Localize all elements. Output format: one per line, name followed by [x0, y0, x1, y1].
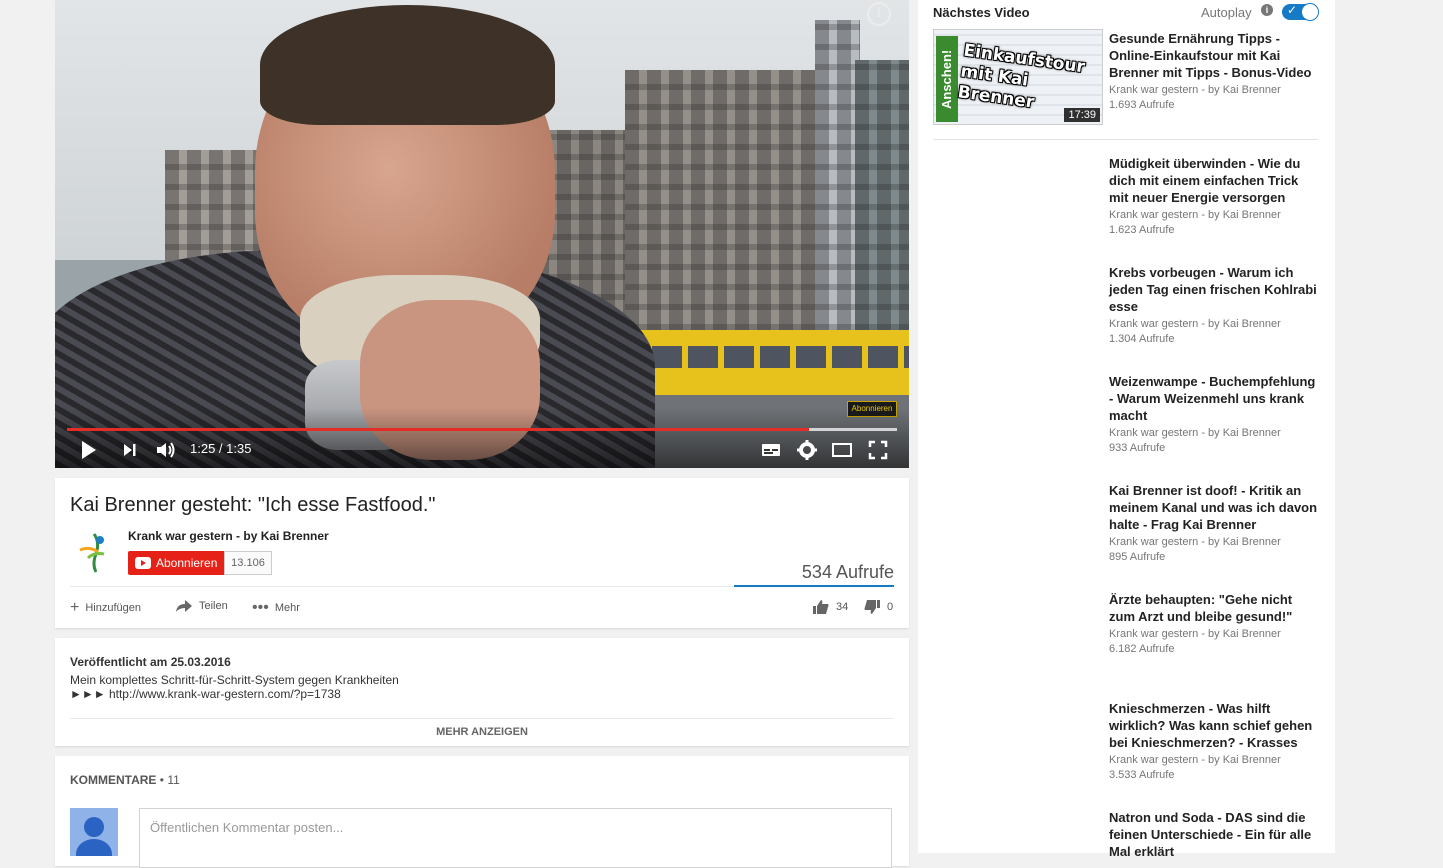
related-title[interactable]: Kai Brenner ist doof! - Kritik an meinem…	[1109, 482, 1321, 533]
description-card: Veröffentlicht am 25.03.2016 Mein komple…	[55, 638, 909, 746]
theater-mode-icon[interactable]	[831, 438, 853, 462]
more-dots-icon: •••	[252, 599, 269, 616]
subscribe-label: Abonnieren	[156, 556, 218, 570]
video-frame	[55, 0, 909, 468]
autoplay-info-icon[interactable]: i	[1261, 4, 1273, 16]
dislike-button[interactable]: 0	[863, 599, 893, 615]
related-title[interactable]: Natron und Soda - DAS sind die feinen Un…	[1109, 809, 1321, 860]
comments-title: KOMMENTARE	[70, 773, 157, 787]
next-video-channel: Krank war gestern - by Kai Brenner	[1109, 84, 1281, 96]
published-date: Veröffentlicht am 25.03.2016	[70, 655, 231, 669]
video-info-card: Kai Brenner gesteht: "Ich esse Fastfood.…	[55, 478, 909, 628]
comments-card: KOMMENTARE • 11 Öffentlichen Kommentar p…	[55, 756, 909, 868]
next-video-views: 1.693 Aufrufe	[1109, 99, 1175, 111]
add-to-button[interactable]: + Hinzufügen	[70, 599, 141, 617]
sentiment-bar	[734, 585, 894, 587]
played-bar	[67, 428, 810, 431]
settings-gear-icon[interactable]	[796, 438, 818, 462]
related-channel: Krank war gestern - by Kai Brenner	[1109, 209, 1281, 221]
related-channel: Krank war gestern - by Kai Brenner	[1109, 628, 1281, 640]
related-title[interactable]: Weizenwampe - Buchempfehlung - Warum Wei…	[1109, 373, 1321, 424]
like-button[interactable]: 34	[812, 599, 848, 615]
related-title[interactable]: Knieschmerzen - Was hilft wirklich? Was …	[1109, 700, 1321, 751]
show-more-button[interactable]: MEHR ANZEIGEN	[55, 726, 909, 738]
related-views: 933 Aufrufe	[1109, 442, 1166, 454]
user-avatar	[70, 808, 118, 856]
dislike-count: 0	[887, 600, 894, 613]
share-arrow-icon	[176, 600, 192, 612]
comments-header: KOMMENTARE • 11	[70, 773, 180, 787]
related-title[interactable]: Ärzte behaupten: "Gehe nicht zum Arzt un…	[1109, 591, 1321, 625]
list-item[interactable]: Weizenwampe - Buchempfehlung - Warum Wei…	[1109, 373, 1321, 456]
list-item[interactable]: Kai Brenner ist doof! - Kritik an meinem…	[1109, 482, 1321, 565]
related-views: 3.533 Aufrufe	[1109, 769, 1175, 781]
thumbs-down-icon	[864, 600, 880, 614]
related-channel: Krank war gestern - by Kai Brenner	[1109, 318, 1281, 330]
share-label: Teilen	[199, 599, 228, 612]
related-views: 6.182 Aufrufe	[1109, 643, 1175, 655]
list-item[interactable]: Natron und Soda - DAS sind die feinen Un…	[1109, 809, 1321, 860]
next-video-item[interactable]: Gesunde Ernährung Tipps - Online-Einkauf…	[1109, 30, 1321, 113]
thumbnail-side-text: Anschen!	[936, 36, 958, 122]
comment-input[interactable]: Öffentlichen Kommentar posten...	[139, 808, 892, 868]
related-channel: Krank war gestern - by Kai Brenner	[1109, 536, 1281, 548]
channel-name[interactable]: Krank war gestern - by Kai Brenner	[128, 529, 329, 543]
more-label: Mehr	[274, 601, 300, 614]
up-next-label: Nächstes Video	[933, 5, 1030, 20]
plus-icon: +	[70, 599, 80, 616]
next-video-title[interactable]: Gesunde Ernährung Tipps - Online-Einkauf…	[1109, 30, 1321, 81]
description-line-1: Mein komplettes Schritt-für-Schritt-Syst…	[70, 673, 399, 687]
share-button[interactable]: Teilen	[175, 599, 228, 613]
check-icon: ✓	[1287, 3, 1298, 17]
related-title[interactable]: Müdigkeit überwinden - Wie du dich mit e…	[1109, 155, 1321, 206]
related-views: 1.304 Aufrufe	[1109, 333, 1175, 345]
list-item[interactable]: Ärzte behaupten: "Gehe nicht zum Arzt un…	[1109, 591, 1321, 657]
list-item[interactable]: Müdigkeit überwinden - Wie du dich mit e…	[1109, 155, 1321, 238]
related-views: 895 Aufrufe	[1109, 551, 1166, 563]
next-icon[interactable]	[121, 438, 139, 462]
comments-count: • 11	[159, 773, 180, 787]
divider	[70, 718, 894, 719]
thumbs-up-icon	[813, 600, 829, 614]
video-player[interactable]: i Abonnieren 1:25 / 1:35	[55, 0, 909, 468]
list-item[interactable]: Krebs vorbeugen - Warum ich jeden Tag ei…	[1109, 264, 1321, 347]
video-title: Kai Brenner gesteht: "Ich esse Fastfood.…	[70, 494, 436, 516]
add-to-label: Hinzufügen	[85, 601, 141, 614]
play-icon[interactable]	[79, 438, 99, 462]
autoplay-toggle[interactable]: ✓	[1282, 3, 1318, 20]
info-card-icon[interactable]: i	[867, 2, 891, 26]
fullscreen-icon[interactable]	[867, 438, 889, 462]
subscriber-count: 13.106	[224, 551, 272, 575]
like-count: 34	[836, 600, 849, 613]
description-link[interactable]: ►►► http://www.krank-war-gestern.com/?p=…	[70, 687, 341, 701]
next-video-thumbnail[interactable]: Anschen! Einkaufstour mit Kai Brenner 17…	[933, 29, 1103, 125]
divider	[933, 139, 1318, 140]
youtube-watch-page: i Abonnieren 1:25 / 1:35 Kai Brenner ges…	[0, 0, 1443, 868]
video-duration: 17:39	[1064, 108, 1100, 122]
volume-icon[interactable]	[154, 438, 178, 462]
related-sidebar: Nächstes Video Autoplay i ✓ Anschen! Ein…	[918, 0, 1335, 859]
related-title[interactable]: Krebs vorbeugen - Warum ich jeden Tag ei…	[1109, 264, 1321, 315]
related-views: 1.623 Aufrufe	[1109, 224, 1175, 236]
more-button[interactable]: ••• Mehr	[252, 599, 300, 617]
related-channel: Krank war gestern - by Kai Brenner	[1109, 754, 1281, 766]
progress-bar[interactable]	[67, 428, 897, 431]
youtube-logo-icon	[135, 557, 151, 569]
subtitles-icon[interactable]	[760, 438, 782, 462]
subscribe-button[interactable]: Abonnieren	[128, 551, 224, 575]
autoplay-label: Autoplay	[1201, 5, 1252, 20]
view-count: 534 Aufrufe	[801, 562, 894, 582]
list-item[interactable]: Knieschmerzen - Was hilft wirklich? Was …	[1109, 700, 1321, 783]
time-display: 1:25 / 1:35	[190, 441, 252, 456]
channel-logo[interactable]	[70, 528, 118, 576]
related-channel: Krank war gestern - by Kai Brenner	[1109, 427, 1281, 439]
